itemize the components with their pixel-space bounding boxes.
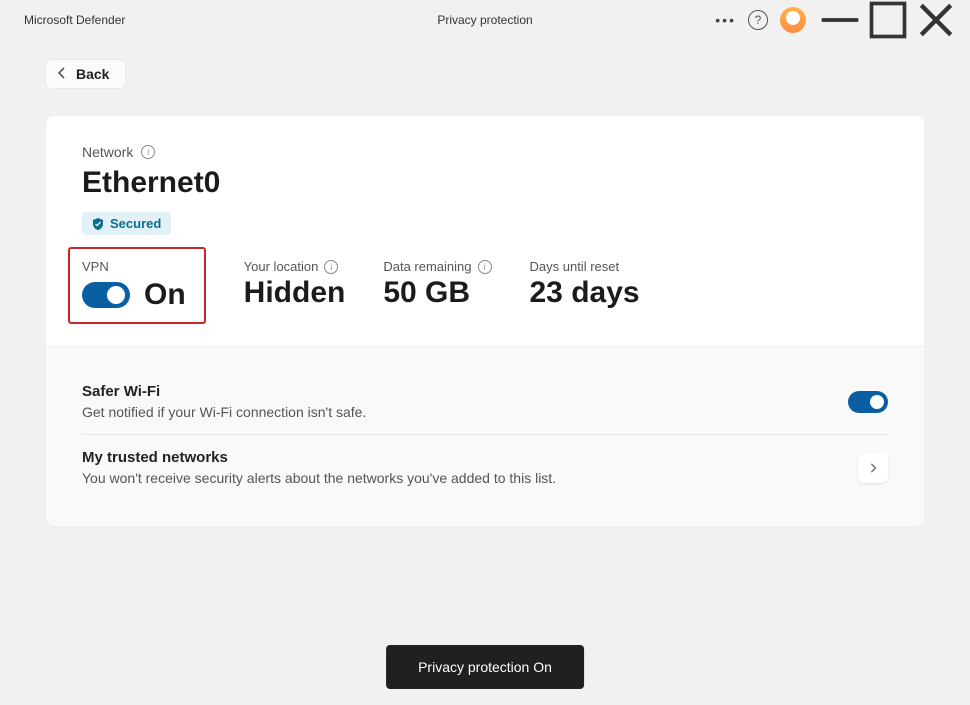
reset-value: 23 days [530,276,640,310]
info-icon[interactable]: i [324,260,338,274]
page-title: Privacy protection [437,13,532,27]
trusted-networks-desc: You won't receive security alerts about … [82,470,556,486]
vpn-highlight-box: VPN On [68,247,206,324]
trusted-networks-title: My trusted networks [82,449,556,466]
help-icon[interactable]: ? [748,10,768,30]
secured-badge: Secured [82,212,171,235]
maximize-button[interactable] [866,4,910,36]
shield-check-icon [92,218,104,230]
minimize-button[interactable] [818,4,862,36]
data-remaining-label: Data remaining [383,259,471,274]
chevron-left-icon [56,66,68,82]
back-label: Back [76,66,109,82]
avatar[interactable] [780,7,806,33]
vpn-toggle[interactable] [82,282,130,308]
back-button[interactable]: Back [46,60,125,88]
safer-wifi-desc: Get notified if your Wi-Fi connection is… [82,404,366,420]
trusted-networks-row[interactable]: My trusted networks You won't receive se… [82,434,888,500]
info-icon[interactable]: i [141,145,155,159]
badge-label: Secured [110,216,161,231]
data-remaining-value: 50 GB [383,276,491,310]
network-card: Network i Ethernet0 Secured VPN On Your … [46,116,924,526]
info-icon[interactable]: i [478,260,492,274]
reset-label: Days until reset [530,259,620,274]
app-name: Microsoft Defender [12,13,125,27]
toast-notification: Privacy protection On [386,645,584,689]
safer-wifi-row: Safer Wi-Fi Get notified if your Wi-Fi c… [82,369,888,434]
location-label: Your location [244,259,319,274]
chevron-right-icon[interactable] [858,453,888,483]
titlebar: Microsoft Defender Privacy protection ••… [0,0,970,40]
vpn-label: VPN [82,259,186,274]
location-value: Hidden [244,276,346,310]
vpn-state: On [144,278,186,312]
safer-wifi-title: Safer Wi-Fi [82,383,366,400]
safer-wifi-toggle[interactable] [848,391,888,413]
toast-message: Privacy protection On [418,659,552,675]
close-button[interactable] [914,4,958,36]
network-name: Ethernet0 [82,166,888,200]
network-section-label: Network [82,144,133,160]
more-menu-button[interactable]: ••• [707,12,744,28]
